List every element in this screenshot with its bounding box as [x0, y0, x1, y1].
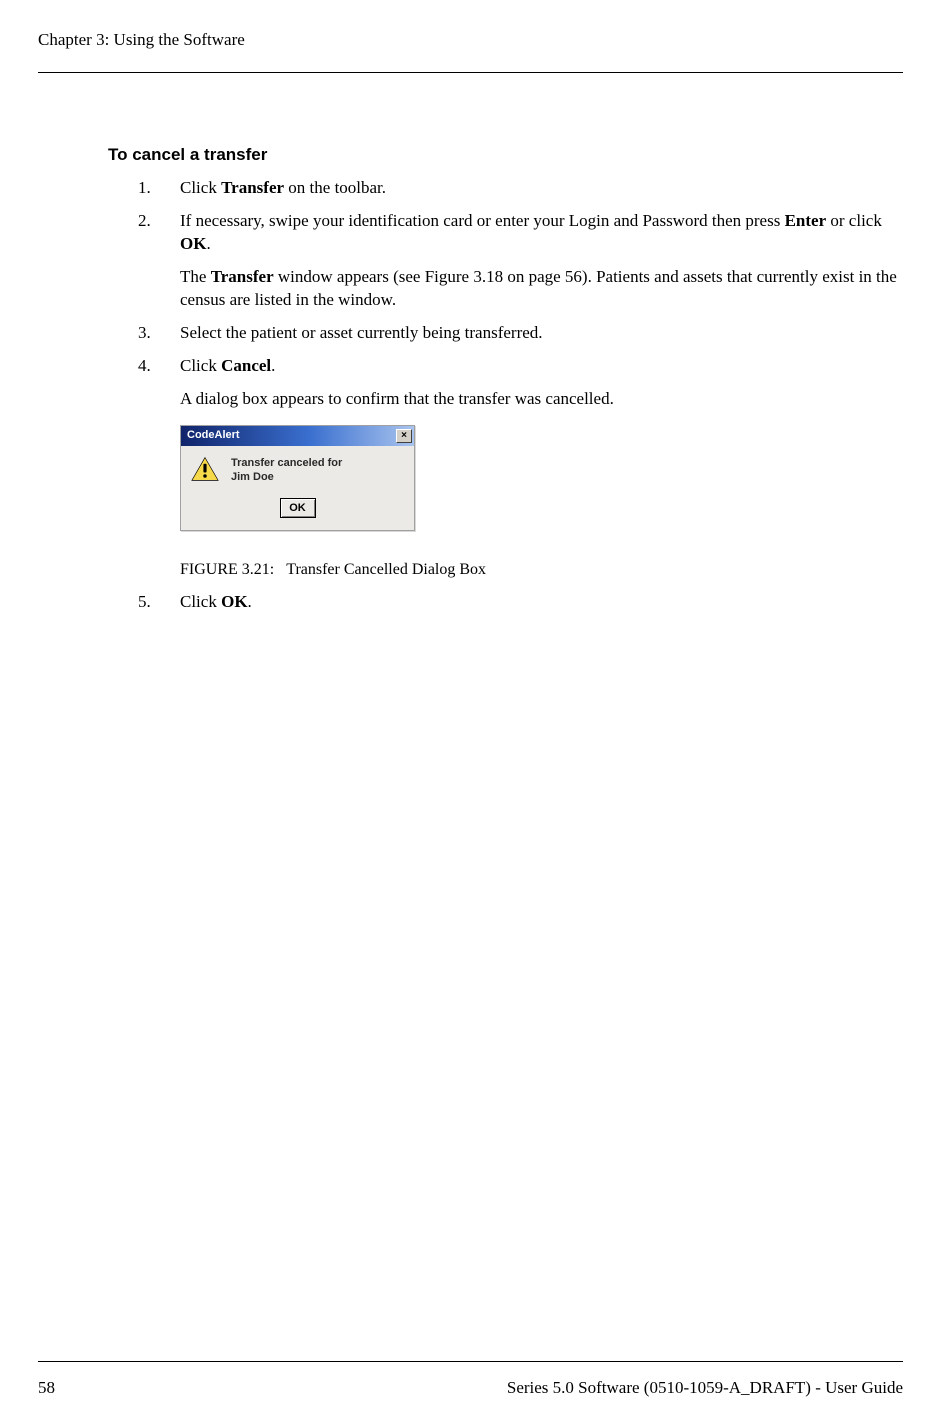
step-number: 4. — [138, 355, 180, 581]
warning-icon — [191, 456, 219, 482]
step-body: If necessary, swipe your identification … — [180, 210, 903, 312]
text: A dialog box appears to confirm that the… — [180, 388, 903, 411]
text: window appears (see Figure 3.18 on page … — [180, 267, 897, 309]
page-footer: 58 Series 5.0 Software (0510-1059-A_DRAF… — [38, 1361, 903, 1398]
dialog-titlebar: CodeAlert × — [181, 426, 414, 446]
step-number: 5. — [138, 591, 180, 614]
dialog-line-1: Transfer canceled for — [231, 456, 342, 471]
bold-transfer: Transfer — [221, 178, 284, 197]
text: . — [271, 356, 275, 375]
codealert-dialog: CodeAlert × Transfe — [180, 425, 415, 532]
bold-ok: OK — [221, 592, 247, 611]
text: If necessary, swipe your identification … — [180, 211, 785, 230]
step-body: Click Cancel. A dialog box appears to co… — [180, 355, 903, 581]
step-body: Select the patient or asset currently be… — [180, 322, 903, 345]
bold-transfer: Transfer — [211, 267, 274, 286]
figure-caption-text: Transfer Cancelled Dialog Box — [286, 561, 486, 578]
text: Click — [180, 178, 221, 197]
page-number: 58 — [38, 1378, 55, 1398]
text: The — [180, 267, 211, 286]
page-header: Chapter 3: Using the Software — [38, 30, 903, 73]
text: Click — [180, 592, 221, 611]
section-heading: To cancel a transfer — [108, 145, 903, 165]
step-number: 2. — [138, 210, 180, 312]
step-5: 5. Click OK. — [138, 591, 903, 614]
text: or click — [826, 211, 882, 230]
content: To cancel a transfer 1. Click Transfer o… — [108, 145, 903, 614]
steps-list: 1. Click Transfer on the toolbar. 2. If … — [138, 177, 903, 614]
text: Select the patient or asset currently be… — [180, 322, 903, 345]
step-number: 3. — [138, 322, 180, 345]
dialog-line-2: Jim Doe — [231, 470, 342, 485]
text: . — [206, 234, 210, 253]
step-1: 1. Click Transfer on the toolbar. — [138, 177, 903, 200]
dialog-title: CodeAlert — [187, 428, 396, 443]
ok-button[interactable]: OK — [280, 498, 316, 518]
figure-caption: FIGURE 3.21: Transfer Cancelled Dialog B… — [180, 559, 903, 581]
step-2: 2. If necessary, swipe your identificati… — [138, 210, 903, 312]
step-3: 3. Select the patient or asset currently… — [138, 322, 903, 345]
step-body: Click Transfer on the toolbar. — [180, 177, 903, 200]
bold-ok: OK — [180, 234, 206, 253]
close-icon[interactable]: × — [396, 429, 412, 443]
bold-cancel: Cancel — [221, 356, 271, 375]
figure-label: FIGURE 3.21: — [180, 561, 274, 578]
step-body: Click OK. — [180, 591, 903, 614]
text: Click — [180, 356, 221, 375]
dialog-body: Transfer canceled for Jim Doe OK — [181, 446, 414, 531]
text: on the toolbar. — [284, 178, 386, 197]
step-4: 4. Click Cancel. A dialog box appears to… — [138, 355, 903, 581]
dialog-figure: CodeAlert × Transfe — [180, 425, 903, 532]
step-number: 1. — [138, 177, 180, 200]
bold-enter: Enter — [785, 211, 827, 230]
chapter-label: Chapter 3: Using the Software — [38, 30, 903, 50]
text: . — [248, 592, 252, 611]
doc-title: Series 5.0 Software (0510-1059-A_DRAFT) … — [507, 1378, 903, 1398]
dialog-message: Transfer canceled for Jim Doe — [231, 456, 342, 486]
